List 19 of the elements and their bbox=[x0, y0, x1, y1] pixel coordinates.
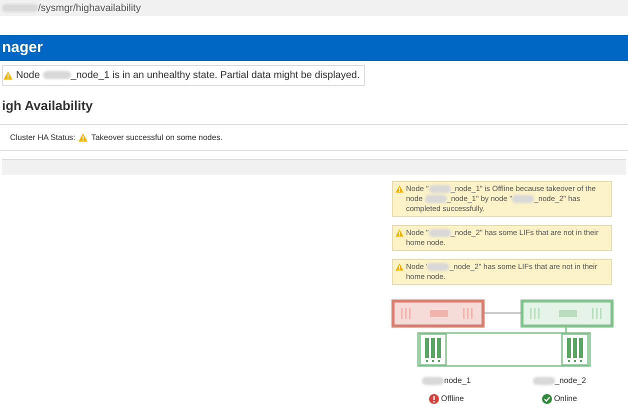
app-title: nager bbox=[2, 38, 43, 58]
node-name: node_1 bbox=[444, 375, 471, 387]
warning-icon bbox=[395, 263, 404, 271]
warning-icon bbox=[78, 133, 88, 142]
status-label: Cluster HA Status: bbox=[10, 132, 76, 144]
url-text: /sysmgr/highavailability bbox=[38, 2, 141, 16]
status-value: Takeover successful on some nodes. bbox=[91, 132, 223, 144]
redacted-block bbox=[532, 377, 555, 385]
redacted-block bbox=[422, 377, 444, 385]
node-name: _node_2 bbox=[554, 375, 586, 387]
section-title: igh Availability bbox=[2, 98, 93, 113]
warning-icon bbox=[395, 229, 404, 237]
notice-text: Node _node_1 is in an unhealthy state. Partial data might be displayed. bbox=[16, 69, 360, 83]
node-status: Offline bbox=[441, 393, 464, 405]
address-bar[interactable]: /sysmgr/highavailability bbox=[0, 0, 628, 16]
warning-icon bbox=[395, 185, 404, 193]
node-status: Online bbox=[554, 393, 578, 405]
warning-icon bbox=[3, 71, 13, 80]
redacted-block bbox=[2, 4, 38, 12]
